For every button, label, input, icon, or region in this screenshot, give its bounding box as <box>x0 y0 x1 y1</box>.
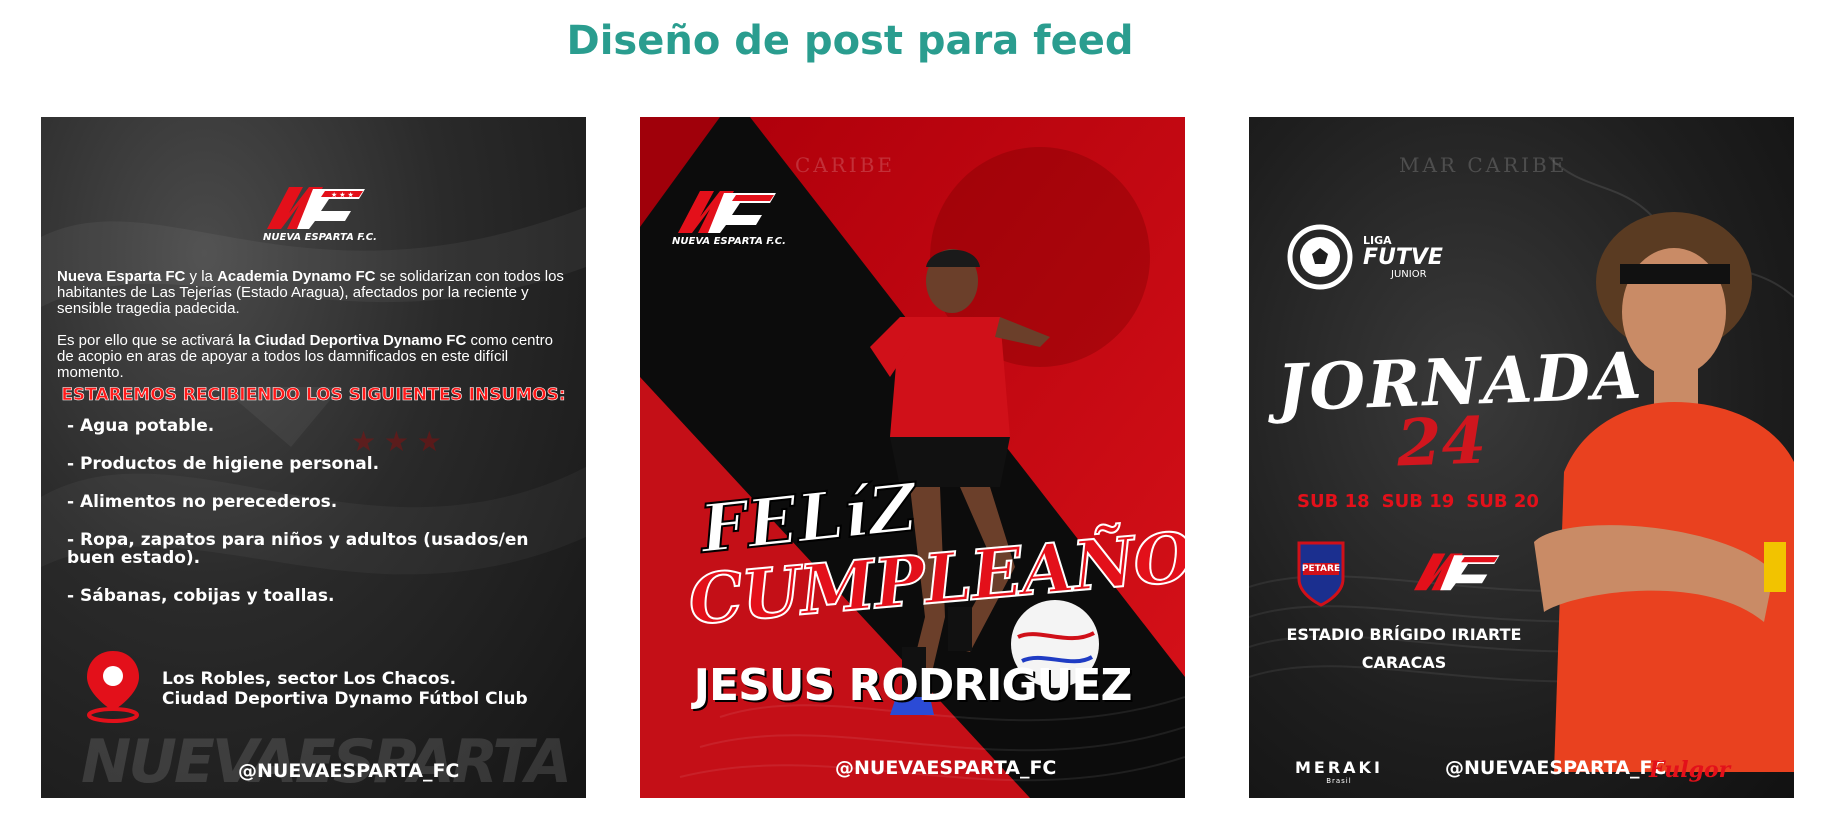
sponsor-meraki: MERAKI Brasil <box>1295 758 1383 785</box>
post-donation-drive[interactable]: ★ ★ ★ ★ ★ ★ NUEVA ESPARTA F.C. Nueva Esp… <box>41 117 586 798</box>
list-item: - Ropa, zapatos para niños y adultos (us… <box>67 530 529 568</box>
sponsor-meraki-sub: Brasil <box>1326 777 1352 785</box>
solidarity-paragraph: Nueva Esparta FC y la Academia Dynamo FC… <box>57 269 572 317</box>
list-item: - Alimentos no perecederos. <box>67 492 338 512</box>
supplies-heading: ESTAREMOS RECIBIENDO LOS SIGUIENTES INSU… <box>61 385 566 406</box>
location-pin-icon <box>83 649 143 728</box>
post-birthday[interactable]: CARIBE NUEVA ESPARTA F.C. FELíZ CUMPLEAÑ… <box>640 117 1185 798</box>
map-label: CARIBE <box>795 153 896 177</box>
stadium-name: ESTADIO BRÍGIDO IRIARTE <box>1286 625 1522 644</box>
sponsor-fulgor: Fulgor <box>1649 757 1731 783</box>
collection-paragraph: Es por ello que se activará la Ciudad De… <box>57 333 572 381</box>
collection-intro: Es por ello que se activará <box>57 332 238 349</box>
nueva-esparta-logo <box>1407 550 1503 592</box>
logo-caption: NUEVA ESPARTA F.C. <box>263 232 377 243</box>
sponsor-meraki-name: MERAKI <box>1295 758 1383 777</box>
address-line-2: Ciudad Deportiva Dynamo Fútbol Club <box>162 689 528 709</box>
league-sublabel: JUNIOR <box>1391 269 1427 280</box>
player-portrait <box>1534 212 1794 772</box>
city-name: CARACAS <box>1361 653 1447 672</box>
club-name: Nueva Esparta FC <box>57 268 186 285</box>
category-list: SUB 18 SUB 19 SUB 20 <box>1297 491 1539 512</box>
list-item: - Productos de higiene personal. <box>67 454 380 474</box>
supplies-list: - Agua potable. - Productos de higiene p… <box>67 417 567 625</box>
matchday-number: 24 <box>1395 403 1488 482</box>
list-item: - Agua potable. <box>67 416 215 436</box>
address: Los Robles, sector Los Chacos. Ciudad De… <box>162 669 528 709</box>
list-item: - Sábanas, cobijas y toallas. <box>67 586 335 606</box>
address-line-1: Los Robles, sector Los Chacos. <box>162 669 457 689</box>
league-label: FUTVE <box>1363 245 1443 270</box>
page-title: Diseño de post para feed <box>566 18 1134 64</box>
social-handle[interactable]: @NUEVAESPARTA_FC <box>835 757 1056 779</box>
map-label: MAR CARIBE <box>1399 153 1568 177</box>
petare-crest: PETARE <box>1295 539 1347 612</box>
social-handle[interactable]: @NUEVAESPARTA_FC <box>1445 757 1666 779</box>
academy-name: Academia Dynamo FC <box>217 268 376 285</box>
venue-name: la Ciudad Deportiva Dynamo FC <box>237 332 467 349</box>
post-matchday[interactable]: MAR CARIBE LIGA FUTVE JUNIOR JORNADA 24 … <box>1249 117 1794 798</box>
nueva-esparta-logo <box>670 187 780 235</box>
crest-label: PETARE <box>1301 564 1341 574</box>
connector-text: y la <box>185 268 218 285</box>
social-handle[interactable]: @NUEVAESPARTA_FC <box>238 760 459 782</box>
logo-caption: NUEVA ESPARTA F.C. <box>672 236 786 247</box>
futve-ball-icon <box>1287 224 1353 290</box>
player-name: JESUS RODRIGUEZ <box>693 660 1133 711</box>
category-sub19: SUB 19 <box>1381 491 1455 512</box>
category-sub18: SUB 18 <box>1297 491 1370 512</box>
svg-text:★ ★ ★: ★ ★ ★ <box>331 191 354 199</box>
nueva-esparta-logo: ★ ★ ★ <box>259 183 369 231</box>
